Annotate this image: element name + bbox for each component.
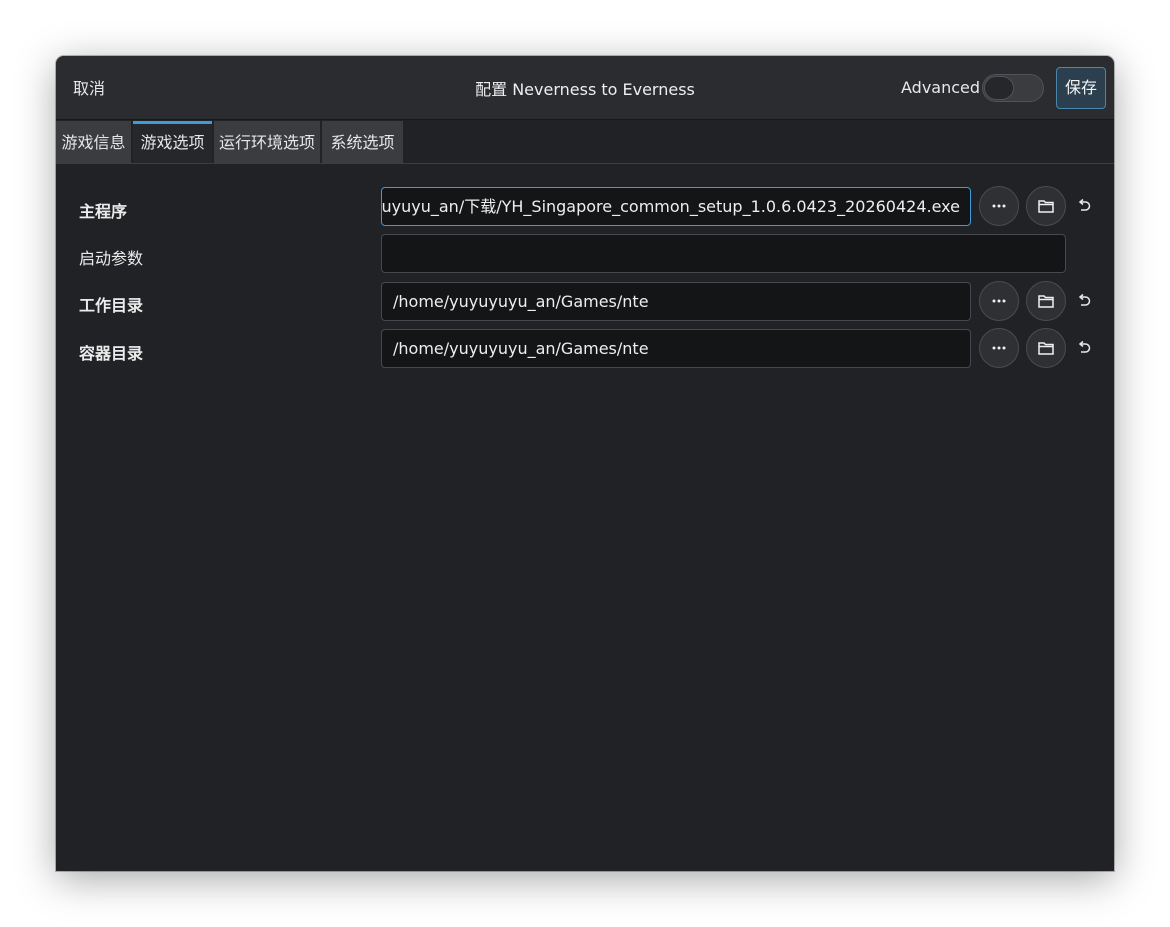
executable-input[interactable]: /uyuyu_an/下载/YH_Singapore_common_setup_1…	[381, 187, 971, 226]
executable-more-button[interactable]	[979, 186, 1019, 226]
working-dir-browse-button[interactable]	[1026, 281, 1066, 321]
tab-game-info[interactable]: 游戏信息	[56, 121, 131, 163]
working-dir-reset-button[interactable]	[1073, 290, 1095, 312]
prefix-dir-input[interactable]: /home/yuyuyuyu_an/Games/nte	[381, 329, 971, 368]
folder-icon	[1038, 342, 1054, 355]
prefix-dir-browse-button[interactable]	[1026, 328, 1066, 368]
prefix-dir-label: 容器目录	[79, 344, 144, 363]
tab-system-options[interactable]: 系统选项	[322, 121, 403, 163]
folder-icon	[1038, 200, 1054, 213]
advanced-toggle[interactable]	[982, 74, 1044, 102]
undo-icon	[1078, 198, 1091, 211]
executable-browse-button[interactable]	[1026, 186, 1066, 226]
prefix-dir-more-button[interactable]	[979, 328, 1019, 368]
advanced-label: Advanced	[901, 78, 981, 97]
toggle-knob	[984, 76, 1014, 100]
tab-runner-options[interactable]: 运行环境选项	[214, 121, 320, 163]
arguments-input[interactable]	[381, 234, 1066, 273]
working-dir-label: 工作目录	[79, 296, 144, 315]
folder-icon	[1038, 295, 1054, 308]
ellipsis-icon	[992, 204, 1006, 208]
tab-bar: 游戏信息 游戏选项 运行环境选项 系统选项	[56, 120, 1114, 164]
undo-icon	[1078, 340, 1091, 353]
arguments-label: 启动参数	[79, 249, 144, 268]
working-dir-more-button[interactable]	[979, 281, 1019, 321]
undo-icon	[1078, 293, 1091, 306]
working-dir-input[interactable]: /home/yuyuyuyu_an/Games/nte	[381, 282, 971, 321]
ellipsis-icon	[992, 346, 1006, 350]
tab-game-options[interactable]: 游戏选项	[133, 121, 212, 163]
executable-value: /uyuyu_an/下载/YH_Singapore_common_setup_1…	[381, 197, 960, 216]
executable-label: 主程序	[79, 202, 128, 221]
dialog-window: 取消 配置 Neverness to Everness Advanced 保存 …	[56, 56, 1114, 871]
prefix-dir-reset-button[interactable]	[1073, 337, 1095, 359]
save-button[interactable]: 保存	[1056, 67, 1106, 109]
executable-reset-button[interactable]	[1073, 195, 1095, 217]
header-bar: 取消 配置 Neverness to Everness Advanced 保存	[56, 56, 1114, 120]
ellipsis-icon	[992, 299, 1006, 303]
